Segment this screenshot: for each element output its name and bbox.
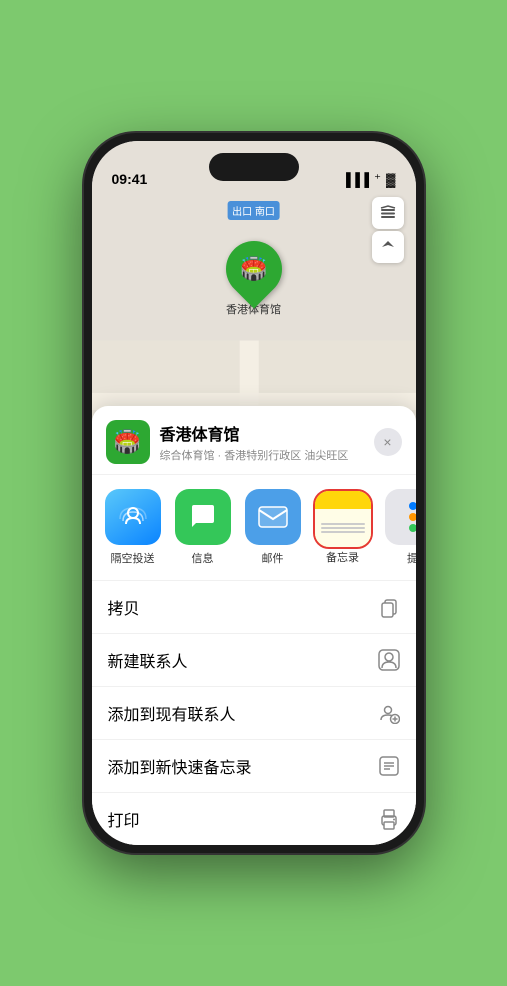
new-contact-label: 新建联系人: [108, 648, 188, 672]
messages-label: 信息: [192, 550, 214, 566]
add-to-contact-icon: [378, 702, 400, 724]
notes-top-bar: [315, 491, 371, 509]
add-to-notes-icon: [378, 755, 400, 777]
venue-info: 香港体育馆 综合体育馆 · 香港特别行政区 油尖旺区: [160, 421, 374, 463]
action-add-to-contact[interactable]: 添加到现有联系人: [92, 687, 416, 740]
note-line-1: [321, 523, 365, 525]
share-item-airdrop[interactable]: 隔空投送: [102, 489, 164, 566]
copy-label: 拷贝: [108, 595, 140, 619]
map-layers-button[interactable]: [372, 197, 404, 229]
wifi-icon: ⁺: [374, 171, 381, 187]
mail-label: 邮件: [262, 550, 284, 566]
map-label-text: 南口: [255, 207, 275, 218]
map-controls: [372, 197, 404, 263]
notes-selected-border: [313, 489, 373, 549]
copy-icon: [378, 596, 400, 618]
dynamic-island: [209, 153, 299, 181]
airdrop-icon: [105, 489, 161, 545]
pin-icon: 🏟️: [240, 256, 267, 282]
close-button[interactable]: ×: [374, 428, 402, 456]
status-icons: ▐▐▐ ⁺ ▓: [342, 171, 396, 187]
action-copy[interactable]: 拷贝: [92, 581, 416, 634]
location-button[interactable]: [372, 231, 404, 263]
location-pin: 🏟️ 香港体育馆: [226, 241, 282, 317]
map-label: 出口 南口: [227, 201, 280, 220]
share-item-messages[interactable]: 信息: [172, 489, 234, 566]
map-label-prefix: 出口: [232, 207, 252, 218]
pin-circle: 🏟️: [214, 229, 293, 308]
print-label: 打印: [108, 807, 140, 831]
share-item-notes[interactable]: 备忘录: [312, 489, 374, 566]
action-new-contact[interactable]: 新建联系人: [92, 634, 416, 687]
more-label: 提: [407, 550, 416, 566]
venue-icon: 🏟️: [106, 420, 150, 464]
share-row: 隔空投送 信息: [92, 475, 416, 581]
action-print[interactable]: 打印: [92, 793, 416, 845]
sheet-header: 🏟️ 香港体育馆 综合体育馆 · 香港特别行政区 油尖旺区 ×: [92, 406, 416, 475]
notes-label: 备忘录: [326, 549, 359, 565]
action-add-to-notes[interactable]: 添加到新快速备忘录: [92, 740, 416, 793]
bottom-sheet: 🏟️ 香港体育馆 综合体育馆 · 香港特别行政区 油尖旺区 ×: [92, 406, 416, 845]
airdrop-label: 隔空投送: [111, 550, 155, 566]
action-list: 拷贝 新建联系人 添加到现有联: [92, 581, 416, 845]
venue-subtitle: 综合体育馆 · 香港特别行政区 油尖旺区: [160, 447, 374, 463]
status-time: 09:41: [112, 171, 148, 187]
share-item-mail[interactable]: 邮件: [242, 489, 304, 566]
new-contact-icon: [378, 649, 400, 671]
note-line-3: [321, 531, 365, 533]
venue-icon-emoji: 🏟️: [114, 429, 141, 455]
battery-icon: ▓: [386, 172, 395, 187]
phone-frame: 09:41 ▐▐▐ ⁺ ▓: [84, 133, 424, 853]
add-to-contact-label: 添加到现有联系人: [108, 701, 236, 725]
phone-screen: 09:41 ▐▐▐ ⁺ ▓: [92, 141, 416, 845]
mail-icon: [245, 489, 301, 545]
notes-icon: [315, 491, 371, 547]
more-icon: [385, 489, 416, 545]
venue-name: 香港体育馆: [160, 421, 374, 445]
share-item-more[interactable]: 提: [382, 489, 416, 566]
notes-content: [315, 509, 371, 547]
messages-icon: [175, 489, 231, 545]
print-icon: [378, 808, 400, 830]
add-to-notes-label: 添加到新快速备忘录: [108, 754, 252, 778]
signal-icon: ▐▐▐: [342, 172, 370, 187]
note-line-2: [321, 527, 365, 529]
